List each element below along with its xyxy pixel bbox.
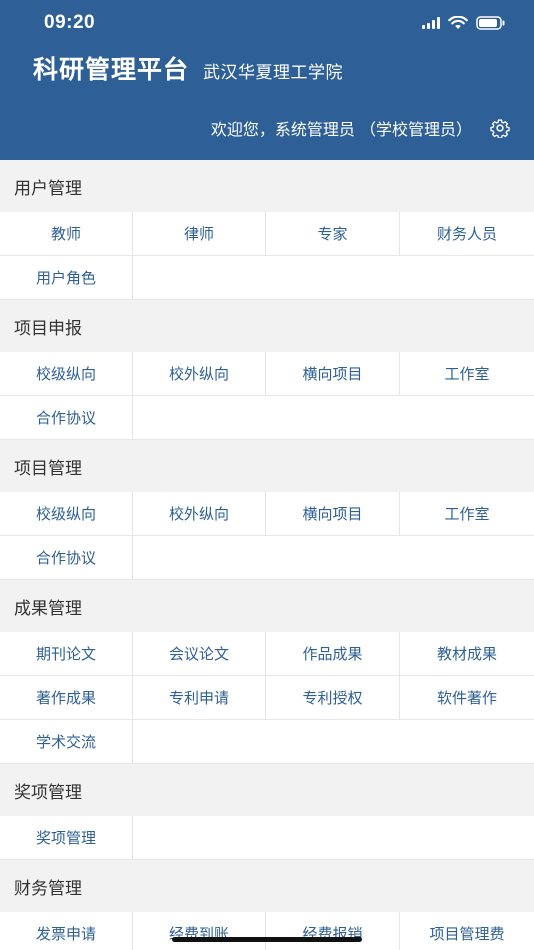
menu-item-studio[interactable]: 工作室 [400, 492, 534, 536]
school-name: 武汉华夏理工学院 [203, 63, 344, 83]
user-info-row: 欢迎您，系统管理员 （学校管理员） [211, 116, 510, 140]
wifi-icon [448, 16, 468, 30]
home-indicator[interactable] [172, 937, 362, 942]
menu-item-horizontal-project[interactable]: 横向项目 [266, 352, 400, 396]
menu-item-patent-application[interactable]: 专利申请 [133, 676, 266, 720]
menu-item-work-achievement[interactable]: 作品成果 [266, 632, 400, 676]
grid-filler [133, 816, 534, 860]
menu-grid: 教师 律师 专家 财务人员 用户角色 [0, 212, 534, 300]
menu-item-external-vertical[interactable]: 校外纵向 [133, 352, 266, 396]
section-achievement-management: 成果管理 期刊论文 会议论文 作品成果 教材成果 著作成果 专利申请 专利授权 … [0, 580, 534, 764]
menu-item-expert[interactable]: 专家 [266, 212, 400, 256]
menu-item-funds-received[interactable]: 经费到账 [133, 912, 266, 950]
section-title: 用户管理 [0, 160, 534, 212]
menu-item-school-vertical[interactable]: 校级纵向 [0, 492, 133, 536]
menu-content[interactable]: 用户管理 教师 律师 专家 财务人员 用户角色 项目申报 校级纵向 校外纵向 横… [0, 160, 534, 950]
grid-filler [133, 396, 534, 440]
status-bar: 09:20 [0, 0, 534, 46]
menu-item-school-vertical[interactable]: 校级纵向 [0, 352, 133, 396]
menu-item-monograph-achievement[interactable]: 著作成果 [0, 676, 133, 720]
gear-icon[interactable] [490, 118, 510, 138]
title-row: 科研管理平台 武汉华夏理工学院 [0, 50, 534, 86]
menu-item-cooperation-agreement[interactable]: 合作协议 [0, 396, 133, 440]
section-title: 项目申报 [0, 300, 534, 352]
menu-item-lawyer[interactable]: 律师 [133, 212, 266, 256]
menu-grid: 期刊论文 会议论文 作品成果 教材成果 著作成果 专利申请 专利授权 软件著作 … [0, 632, 534, 764]
section-title: 财务管理 [0, 860, 534, 912]
section-user-management: 用户管理 教师 律师 专家 财务人员 用户角色 [0, 160, 534, 300]
welcome-text: 欢迎您，系统管理员 （学校管理员） [210, 120, 472, 139]
menu-item-award-management[interactable]: 奖项管理 [0, 816, 133, 860]
battery-icon [476, 16, 506, 30]
menu-grid: 校级纵向 校外纵向 横向项目 工作室 合作协议 [0, 352, 534, 440]
menu-item-patent-grant[interactable]: 专利授权 [266, 676, 400, 720]
menu-item-software-copyright[interactable]: 软件著作 [400, 676, 534, 720]
section-award-management: 奖项管理 奖项管理 [0, 764, 534, 860]
grid-filler [133, 720, 534, 764]
menu-item-textbook-achievement[interactable]: 教材成果 [400, 632, 534, 676]
menu-item-invoice-application[interactable]: 发票申请 [0, 912, 133, 950]
menu-grid: 校级纵向 校外纵向 横向项目 工作室 合作协议 [0, 492, 534, 580]
status-time: 09:20 [44, 12, 96, 33]
menu-item-studio[interactable]: 工作室 [400, 352, 534, 396]
menu-item-external-vertical[interactable]: 校外纵向 [133, 492, 266, 536]
menu-item-cooperation-agreement[interactable]: 合作协议 [0, 536, 133, 580]
section-project-management: 项目管理 校级纵向 校外纵向 横向项目 工作室 合作协议 [0, 440, 534, 580]
menu-item-finance-staff[interactable]: 财务人员 [400, 212, 534, 256]
cellular-signal-icon [422, 17, 440, 29]
menu-item-horizontal-project[interactable]: 横向项目 [266, 492, 400, 536]
app-header: 09:20 科研管理平台 武汉华夏理工学院 欢迎您，系统管理员 （学校管理员） [0, 0, 534, 160]
menu-item-teacher[interactable]: 教师 [0, 212, 133, 256]
menu-item-conference-paper[interactable]: 会议论文 [133, 632, 266, 676]
status-icons [422, 16, 506, 30]
menu-item-user-roles[interactable]: 用户角色 [0, 256, 133, 300]
grid-filler [133, 256, 534, 300]
section-title: 项目管理 [0, 440, 534, 492]
section-title: 成果管理 [0, 580, 534, 632]
menu-grid: 奖项管理 [0, 816, 534, 860]
section-title: 奖项管理 [0, 764, 534, 816]
menu-item-project-management-fee[interactable]: 项目管理费 [400, 912, 534, 950]
menu-grid: 发票申请 经费到账 经费报销 项目管理费 [0, 912, 534, 950]
menu-item-journal-paper[interactable]: 期刊论文 [0, 632, 133, 676]
grid-filler [133, 536, 534, 580]
app-title: 科研管理平台 [33, 55, 190, 84]
section-project-application: 项目申报 校级纵向 校外纵向 横向项目 工作室 合作协议 [0, 300, 534, 440]
menu-item-academic-exchange[interactable]: 学术交流 [0, 720, 133, 764]
menu-item-expense-reimbursement[interactable]: 经费报销 [266, 912, 400, 950]
